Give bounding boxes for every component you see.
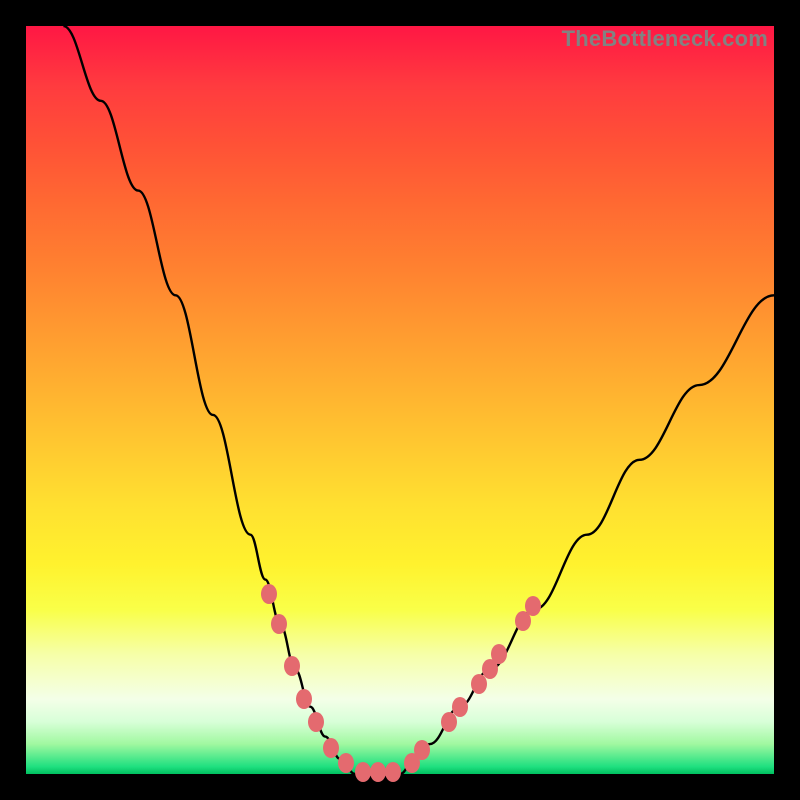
marker-point (284, 656, 300, 676)
marker-point (452, 697, 468, 717)
marker-point (471, 674, 487, 694)
chart-frame: TheBottleneck.com (0, 0, 800, 800)
marker-point (323, 738, 339, 758)
plot-area: TheBottleneck.com (26, 26, 774, 774)
marker-point (385, 762, 401, 782)
bottleneck-curve (26, 26, 774, 774)
marker-point (308, 712, 324, 732)
marker-point (338, 753, 354, 773)
marker-point (370, 762, 386, 782)
marker-point (525, 596, 541, 616)
marker-point (355, 762, 371, 782)
